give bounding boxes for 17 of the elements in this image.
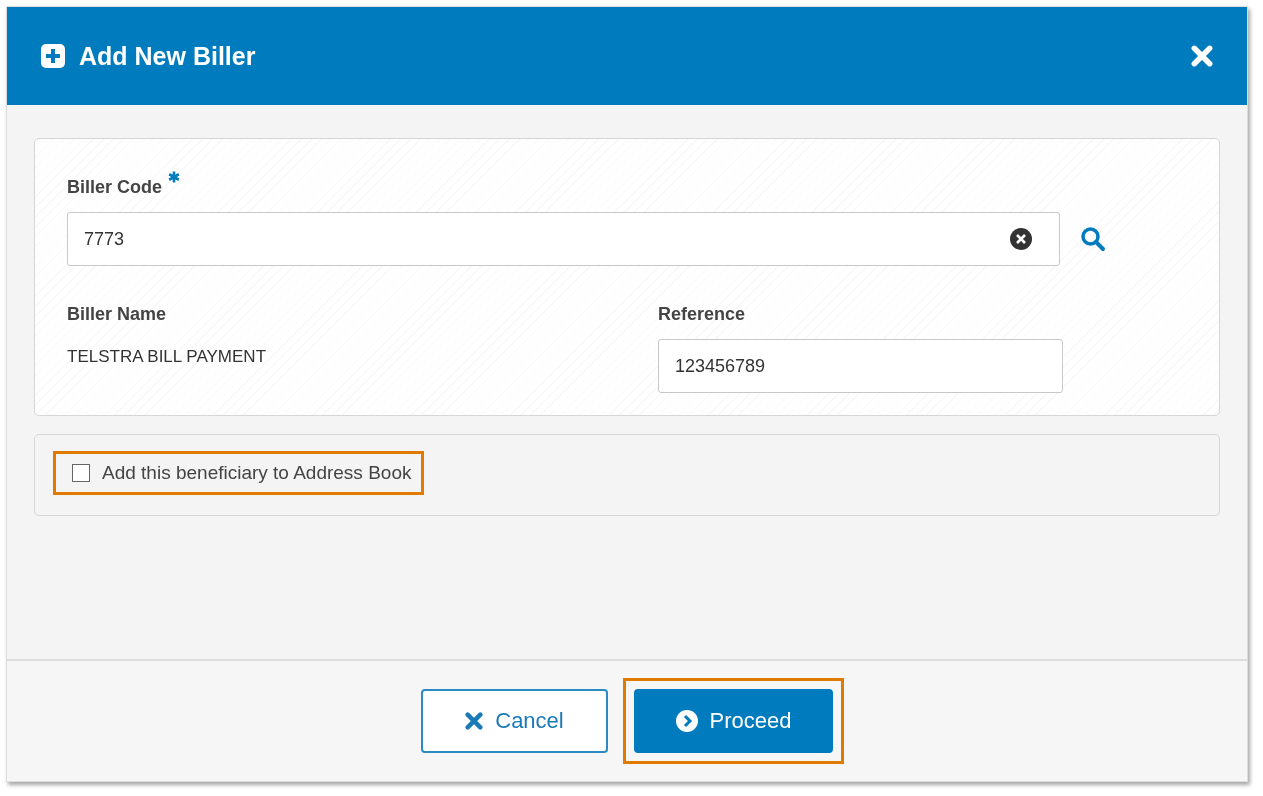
proceed-button[interactable]: Proceed — [634, 689, 833, 753]
close-button[interactable] — [1191, 45, 1213, 67]
search-icon[interactable] — [1080, 226, 1106, 252]
clear-icon[interactable] — [1010, 228, 1032, 250]
close-icon — [465, 712, 484, 730]
dialog-title: Add New Biller — [79, 41, 257, 71]
address-book-checkbox[interactable]: Add this beneficiary to Address Book — [64, 462, 414, 484]
biller-name-value: TELSTRA BILL PAYMENT — [67, 347, 268, 367]
biller-code-field[interactable]: 7773 — [67, 212, 1060, 266]
reference-field[interactable]: 123456789 — [658, 339, 1063, 393]
cancel-button[interactable]: Cancel — [421, 689, 608, 753]
chevron-circle-icon — [675, 710, 698, 732]
field-label: Biller Code — [67, 177, 163, 198]
field-label: Biller Name — [67, 304, 168, 325]
field-label: Reference — [658, 304, 747, 325]
close-icon — [1191, 45, 1213, 67]
plus-square-icon — [41, 44, 65, 68]
